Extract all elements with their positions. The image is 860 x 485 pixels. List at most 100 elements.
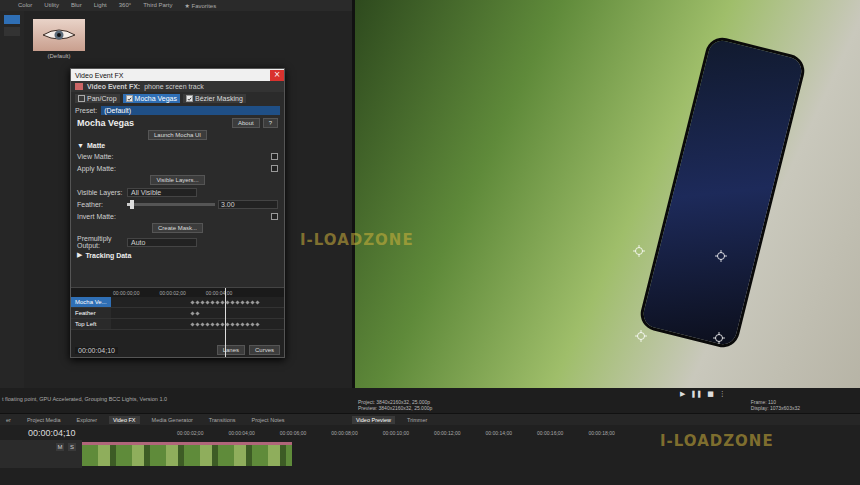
keyframe-track-label[interactable]: Mocha Ve... [71,297,111,307]
fx-enable-checkbox[interactable] [126,95,133,102]
tracking-point-icon[interactable] [635,330,647,342]
video-frame-phone [641,38,805,347]
keyframe-track: Top Left [71,319,284,330]
dock-tab[interactable]: Media Generator [148,416,197,424]
transport-button[interactable]: ▶ [680,390,685,398]
dock-tab[interactable]: er [2,416,15,424]
param-row: Premultiply Output:Auto [77,235,278,249]
watermark: I-LOADZONE [660,432,774,450]
dock-tab[interactable]: Video FX [109,416,140,424]
fx-tab[interactable]: 360° [119,2,131,9]
param-row: Visible Layers:All Visible [77,187,278,197]
dock-tab[interactable]: Transitions [205,416,240,424]
keyframe-ruler: 00:00:00;0000:00:02;0000:00:04;00 [71,288,284,297]
video-event-fx-dialog: Video Event FX×Video Event FX:phone scre… [70,68,285,358]
fx-chain: Pan/CropMocha VegasBézier Masking [71,92,284,105]
dock-tab[interactable]: Trimmer [403,416,431,424]
keyframe-track-label[interactable]: Top Left [71,319,111,329]
param-row: Apply Matte: [77,163,278,173]
video-clip[interactable] [82,442,292,466]
feather-slider[interactable] [127,203,215,206]
keyframe-icon[interactable] [255,300,259,304]
tracking-point-icon[interactable] [633,245,645,257]
param-row: Feather:3.00 [77,199,278,209]
transport-button[interactable]: ❚❚ [690,390,702,398]
fx-tab[interactable]: Color [18,2,32,9]
fx-chain-item[interactable]: Mocha Vegas [123,94,180,103]
keyframe-view-button[interactable]: Lanes [217,345,245,355]
fx-tab[interactable]: Third Party [143,2,172,9]
preset-row: Preset:(Default) [71,105,284,116]
fx-header: Video Event FX:phone screen track [71,81,284,92]
fx-category-list [0,11,24,388]
keyframe-icon[interactable] [255,322,259,326]
plugin-panel: Mocha Vegas About? Launch Mocha UI ▼Matte Vi… [71,116,284,287]
status-bar: t floating point, GPU Accelerated, Group… [0,388,355,413]
eye-icon [42,28,76,42]
launch-mocha-button[interactable]: Launch Mocha UI [148,130,207,140]
close-button[interactable]: × [270,70,284,81]
matte-section[interactable]: ▼Matte [77,142,278,149]
keyframe-time[interactable]: 00:00:04;10 [75,347,118,354]
video-track: MS [0,440,860,468]
feather-value[interactable]: 3.00 [218,200,278,209]
keyframe-track: Mocha Ve... [71,297,284,308]
dock-tab[interactable]: Project Media [23,416,65,424]
fx-tab[interactable]: Utility [44,2,59,9]
fx-chain-item[interactable]: Pan/Crop [75,94,120,103]
track-header: MS [0,440,82,468]
param-button[interactable]: Create Mask... [152,223,203,233]
keyframe-controller: 00:00:00;0000:00:02;0000:00:04;00Mocha V… [71,287,284,357]
param-checkbox[interactable] [271,213,278,220]
fx-tabs: Color Utility Blur Light 360° Third Party ★ Fa… [0,0,352,11]
dock-tab[interactable]: Video Preview [352,416,395,424]
keyframe-icon[interactable] [195,311,199,315]
transport-button[interactable]: ■ [707,390,714,398]
dock-tab[interactable]: Explorer [73,416,101,424]
keyframe-view-button[interactable]: Curves [249,345,280,355]
preset-select[interactable]: (Default) [101,106,280,115]
preset-thumbnail [33,19,85,51]
param-checkbox[interactable] [271,165,278,172]
check-icon [187,96,192,102]
tracking-data-section[interactable]: ▶Tracking Data [77,251,278,259]
watermark: I-LOADZONE [300,231,414,249]
tracking-point-icon[interactable] [713,332,725,344]
timeline: 00:00:04;1000:00:02;0000:00:04;0000:00:0… [0,425,860,485]
preview-info: Project: 3840x2160x32, 25.000pPreview: 3… [355,399,860,411]
fx-browser: Color Utility Blur Light 360° Third Party ★ Fa… [0,0,352,388]
mute-button[interactable]: M [56,443,64,451]
param-select[interactable]: All Visible [127,188,197,197]
tracking-point-icon[interactable] [715,250,727,262]
fx-tab[interactable]: ★ Favorites [184,2,216,9]
fx-tab[interactable]: Blur [71,2,82,9]
keyframe-track-label[interactable]: Feather [71,308,111,318]
param-button[interactable]: Visible Layers... [150,175,204,185]
plugin-name: Mocha Vegas [77,118,134,128]
solo-button[interactable]: S [68,443,76,451]
param-checkbox[interactable] [271,153,278,160]
fx-enable-checkbox[interactable] [186,95,193,102]
vegas-window: Color Utility Blur Light 360° Third Party ★ Fa… [0,0,860,485]
param-row: View Matte: [77,151,278,161]
timeline-ruler[interactable]: 00:00:02;0000:00:04;0000:00:06;0000:00:0… [82,430,860,436]
timeline-timecode: 00:00:04;10 [0,428,82,438]
fx-icon [75,83,83,90]
help-button[interactable]: ? [263,118,278,128]
param-select[interactable]: Auto [127,238,197,247]
dock-tabs: er Project Media Explorer Video FX Media Gen… [0,413,860,425]
video-preview [355,0,860,388]
param-row: Invert Matte: [77,211,278,221]
check-icon [127,96,132,102]
preview-transport: ▶ ❚❚ ■ ⋮ [355,388,860,399]
pan-crop-icon [78,95,85,102]
fx-chain-item[interactable]: Bézier Masking [183,94,246,103]
fx-category[interactable] [4,27,20,36]
fx-category[interactable] [4,15,20,24]
param-row: Visible Layers... [77,175,278,185]
fx-tab[interactable]: Light [94,2,107,9]
transport-button[interactable]: ⋮ [719,390,726,398]
keyframe-track: Feather [71,308,284,319]
dock-tab[interactable]: Project Notes [248,416,289,424]
about-button[interactable]: About [232,118,260,128]
